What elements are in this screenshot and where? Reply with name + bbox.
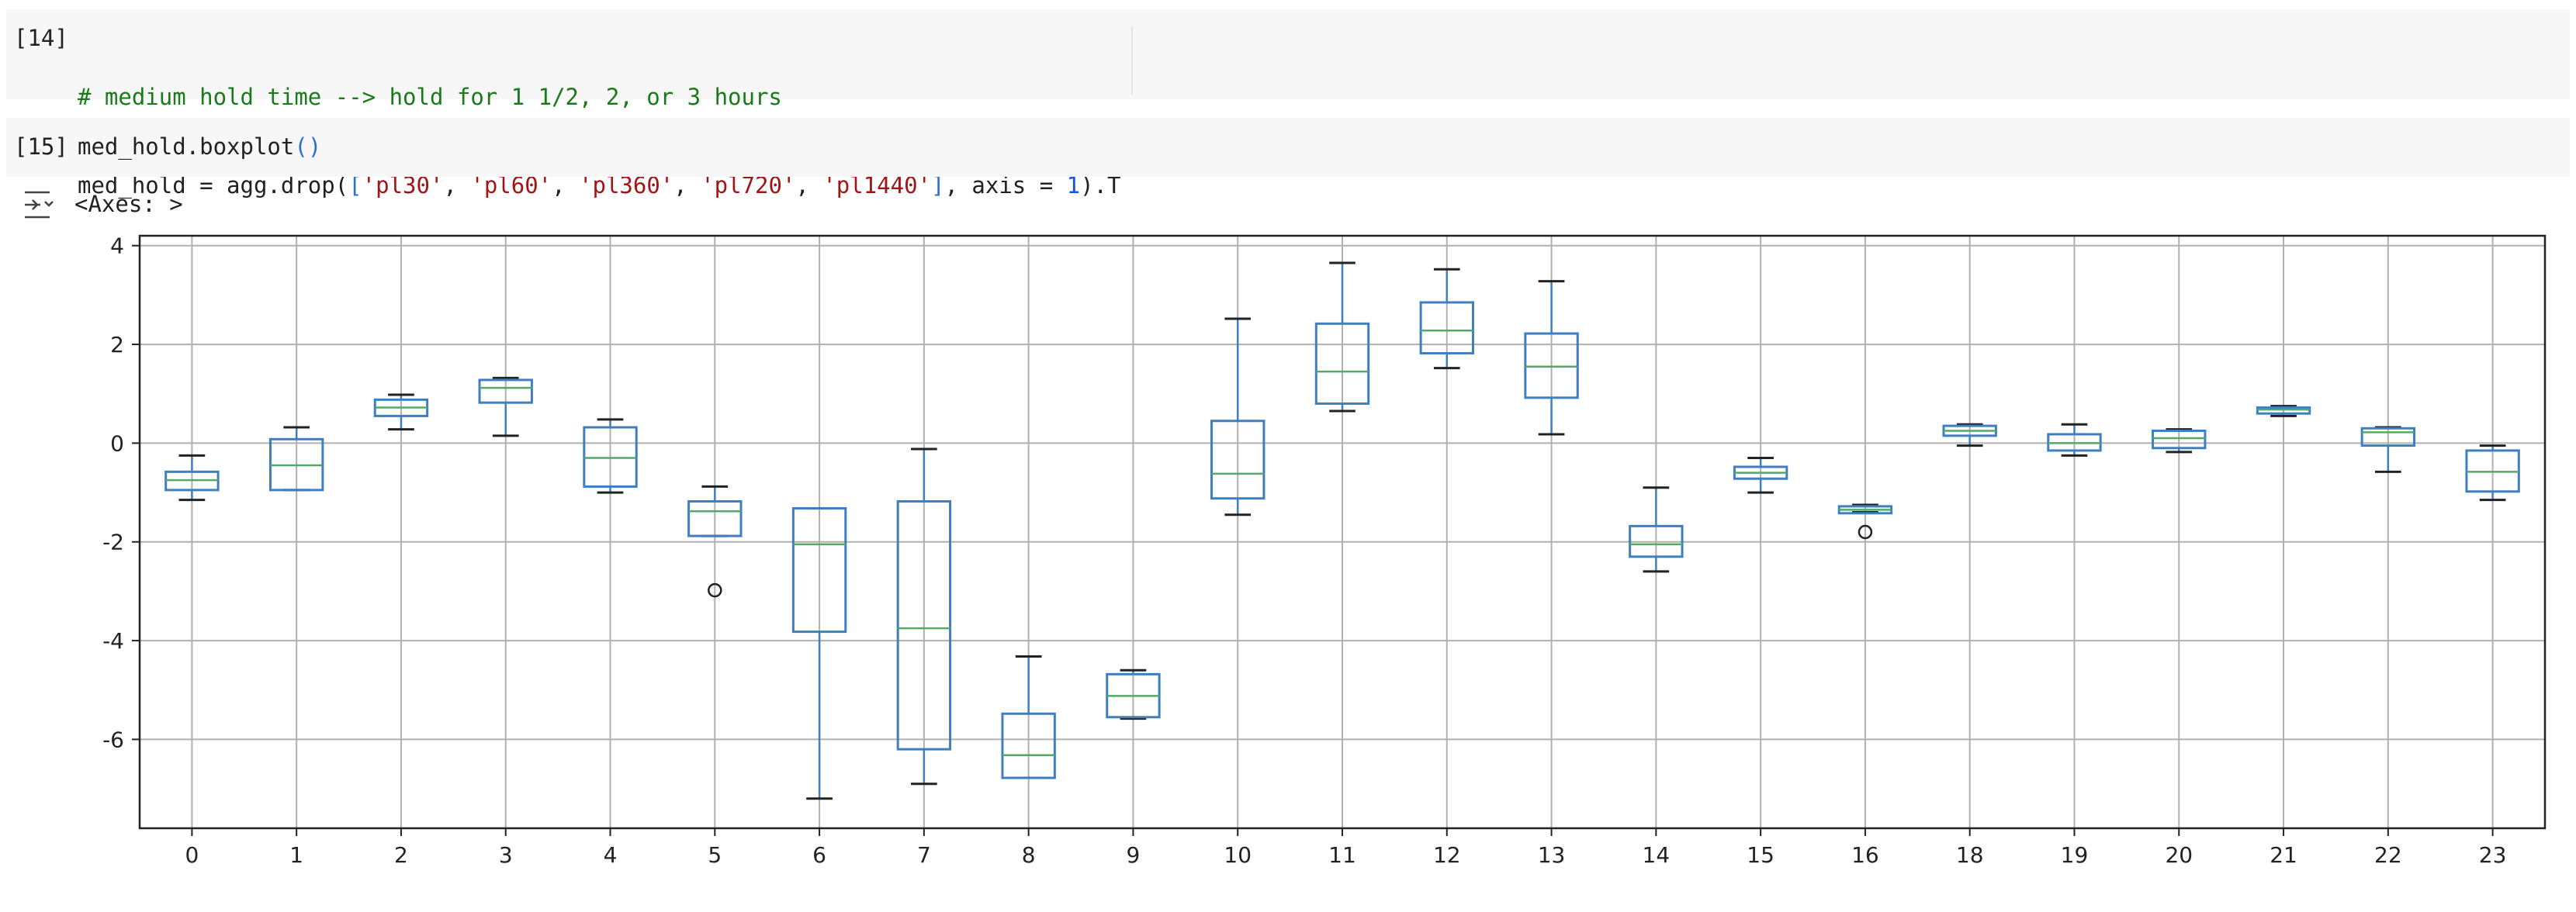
x-tick-label: 3: [499, 842, 513, 868]
output-collapse-icon[interactable]: [22, 188, 56, 222]
x-tick-label: 10: [1224, 842, 1252, 868]
x-tick-label: 1: [289, 842, 303, 868]
code-cell-14[interactable]: [14] # medium hold time --> hold for 1 1…: [6, 9, 2570, 199]
x-tick-label: 21: [2270, 842, 2297, 868]
x-tick-label: 12: [1433, 842, 1461, 868]
code-line-1: # medium hold time --> hold for 1 1/2, 2…: [78, 82, 1120, 112]
x-tick-label: 16: [1851, 842, 1879, 868]
x-tick-label: 14: [1643, 842, 1671, 868]
cell-prompt: [15]: [14, 133, 68, 160]
x-tick-label: 13: [1538, 842, 1566, 868]
code-editor[interactable]: med_hold.boxplot(): [78, 132, 321, 161]
x-tick-label: 9: [1127, 842, 1141, 868]
y-tick-label: 4: [110, 233, 124, 259]
x-tick-label: 22: [2374, 842, 2402, 868]
x-tick-label: 2: [394, 842, 408, 868]
x-tick-label: 4: [604, 842, 618, 868]
x-tick-label: 20: [2165, 842, 2193, 868]
x-tick-label: 11: [1328, 842, 1356, 868]
y-tick-label: -4: [102, 628, 124, 654]
code-comment: # medium hold time --> hold for 1 1/2, 2…: [78, 84, 782, 110]
x-tick-label: 7: [917, 842, 931, 868]
y-tick-label: 0: [110, 430, 124, 456]
x-tick-label: 0: [185, 842, 199, 868]
x-tick-label: 23: [2479, 842, 2507, 868]
code-ruler: [1131, 26, 1133, 95]
x-tick-label: 15: [1747, 842, 1774, 868]
x-tick-label: 19: [2061, 842, 2089, 868]
x-tick-label: 6: [812, 842, 826, 868]
x-tick-label: 18: [1956, 842, 1984, 868]
code-token: (): [294, 133, 322, 160]
boxplot-chart: -6-4-20240 1 2 3 4 5 6 7 8 9 10 11 12 13 14 15 16 18 19 20 2…: [102, 233, 2547, 868]
x-tick-label: 8: [1022, 842, 1036, 868]
y-tick-label: -2: [102, 530, 124, 555]
x-tick-label: 5: [708, 842, 722, 868]
y-tick-label: 2: [110, 332, 124, 358]
code-token: med_hold.boxplot: [78, 133, 295, 160]
output-repr: <Axes: >: [74, 191, 183, 217]
y-tick-label: -6: [102, 727, 124, 752]
code-cell-15[interactable]: [15] med_hold.boxplot(): [6, 118, 2570, 177]
cell-prompt: [14]: [14, 25, 68, 51]
